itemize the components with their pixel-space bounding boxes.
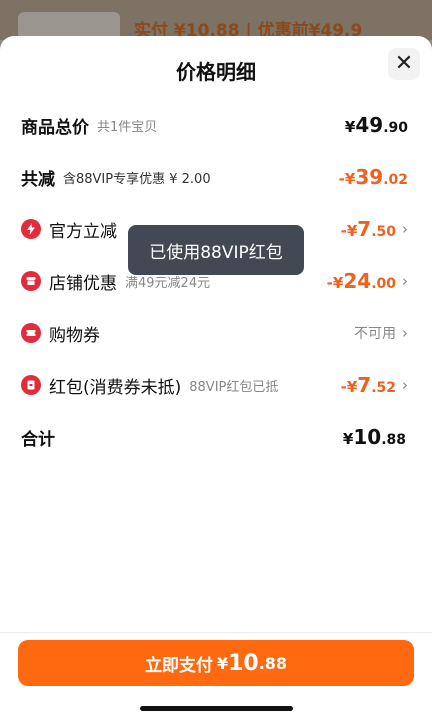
row-shopping-coupon[interactable]: 购物券 不可用 › bbox=[21, 318, 408, 348]
total-goods-label: 商品总价 bbox=[21, 117, 89, 138]
price-detail-sheet: 价格明细 ✕ 商品总价 共1件宝贝 ¥49.90 共减 含88VIP专享优惠 ¥… bbox=[0, 36, 432, 720]
pay-amount-int: 10 bbox=[228, 650, 259, 676]
row-subtotal: 合计 ¥10.88 bbox=[21, 422, 408, 452]
page-title: 价格明细 bbox=[176, 60, 256, 84]
chevron-right-icon: › bbox=[402, 376, 408, 394]
total-goods-amount: ¥49.90 bbox=[344, 113, 408, 137]
chevron-right-icon: › bbox=[402, 220, 408, 238]
toast-message: 已使用88VIP红包 bbox=[128, 225, 304, 275]
store-discount-label: 店铺优惠 bbox=[49, 273, 117, 294]
pay-now-button[interactable]: 立即支付 ¥ 10 .88 bbox=[18, 640, 414, 686]
coupon-status: 不可用 bbox=[354, 326, 396, 342]
row-red-packet[interactable]: 红包(消费券未抵) 88VIP红包已抵 -¥ 7.52 › bbox=[21, 370, 408, 400]
official-discount-label: 官方立减 bbox=[49, 221, 117, 242]
store-discount-amount: -¥ 24.00 bbox=[326, 269, 396, 293]
pay-amount-dec: .88 bbox=[258, 653, 288, 673]
pay-button-label: 立即支付 bbox=[144, 655, 213, 676]
chevron-right-icon: › bbox=[402, 272, 408, 290]
background-overlay: 实付 ¥10.88 | 优惠前¥49.9 bbox=[0, 0, 432, 40]
subtotal-label: 合计 bbox=[21, 429, 55, 450]
official-discount-amount: -¥ 7.50 bbox=[340, 217, 396, 241]
row-total-goods: 商品总价 共1件宝贝 ¥49.90 bbox=[21, 110, 408, 140]
pay-currency: ¥ bbox=[216, 653, 229, 673]
close-button[interactable]: ✕ bbox=[388, 48, 420, 80]
footer-divider bbox=[0, 632, 432, 633]
red-packet-label: 红包(消费券未抵) bbox=[49, 377, 182, 398]
total-discount-label: 共减 bbox=[21, 169, 55, 190]
red-packet-note: 88VIP红包已抵 bbox=[189, 379, 279, 395]
lightning-icon bbox=[21, 219, 41, 239]
home-indicator[interactable] bbox=[140, 706, 293, 711]
row-total-discount: 共减 含88VIP专享优惠 ¥ 2.00 -¥ 39.02 bbox=[21, 162, 408, 192]
subtotal-amount: ¥10.88 bbox=[342, 425, 406, 449]
total-goods-count: 共1件宝贝 bbox=[97, 119, 158, 135]
total-discount-amount: -¥ 39.02 bbox=[338, 165, 408, 189]
red-packet-amount: -¥ 7.52 bbox=[340, 373, 396, 397]
red-packet-icon bbox=[21, 375, 41, 395]
ticket-icon bbox=[21, 323, 41, 343]
chevron-right-icon: › bbox=[402, 324, 408, 342]
close-icon: ✕ bbox=[394, 51, 414, 76]
store-icon bbox=[21, 271, 41, 291]
shopping-coupon-label: 购物券 bbox=[49, 325, 100, 346]
vip-discount-note: 含88VIP专享优惠 ¥ 2.00 bbox=[63, 171, 211, 187]
